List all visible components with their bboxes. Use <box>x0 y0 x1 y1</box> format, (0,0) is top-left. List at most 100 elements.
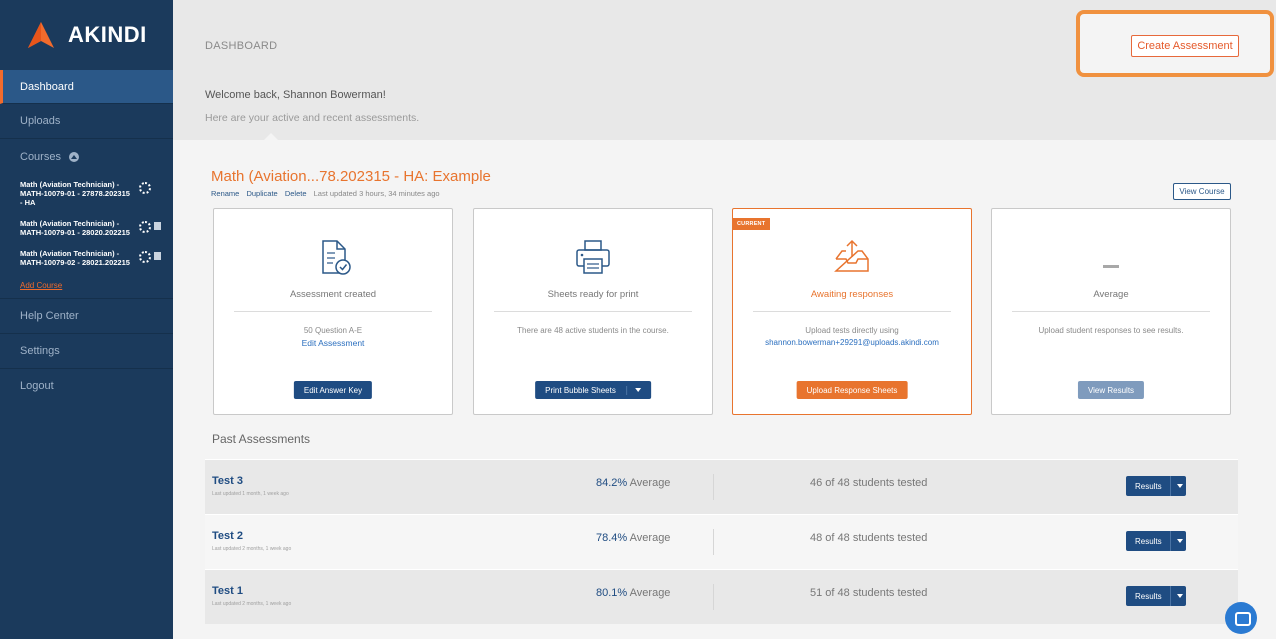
last-updated: Last updated 3 hours, 34 minutes ago <box>313 189 440 198</box>
dropdown-caret-icon[interactable] <box>1169 476 1183 496</box>
rename-link[interactable]: Rename <box>211 189 239 198</box>
table-row[interactable]: Test 3 Last updated 1 month, 1 week ago … <box>205 459 1238 514</box>
students-tested: 48 of 48 students tested <box>810 532 928 544</box>
card-divider <box>234 311 432 312</box>
dropdown-caret-icon[interactable] <box>625 385 641 395</box>
inbox-upload-icon <box>834 239 869 272</box>
sidebar-item-dashboard[interactable]: Dashboard <box>0 70 173 104</box>
assessment-title[interactable]: Math (Aviation...78.202315 - HA: Example <box>211 168 491 185</box>
results-label: Results <box>1135 591 1162 601</box>
average-value: 84.2% <box>596 477 628 489</box>
students-tested: 51 of 48 students tested <box>810 587 928 599</box>
assessment-name[interactable]: Test 3 <box>212 475 243 487</box>
assessment-panel: Math (Aviation...78.202315 - HA: Example… <box>173 140 1276 639</box>
view-course-button[interactable]: View Course <box>1173 183 1231 200</box>
loading-spinner-icon <box>139 182 151 194</box>
breadcrumb: DASHBOARD <box>205 40 278 52</box>
welcome-subtitle: Here are your active and recent assessme… <box>205 112 420 124</box>
course-item-label: Math (Aviation Technician) - MATH-10079-… <box>20 180 130 207</box>
main: DASHBOARD Create Assessment Welcome back… <box>173 0 1276 639</box>
results-button[interactable]: Results <box>1126 586 1186 606</box>
printer-icon <box>576 240 610 274</box>
assessment-created-card: Assessment created 50 Question A-E Edit … <box>213 208 453 415</box>
assessment-average: 78.4% Average <box>596 532 670 544</box>
average-card: Average Upload student responses to see … <box>991 208 1231 415</box>
sidebar-course-item[interactable]: Math (Aviation Technician) - MATH-10079-… <box>0 174 173 213</box>
dropdown-caret-icon[interactable] <box>1169 531 1183 551</box>
sidebar-item-settings[interactable]: Settings <box>0 333 173 368</box>
create-assessment-highlight: Create Assessment <box>1076 10 1274 77</box>
students-tested: 46 of 48 students tested <box>810 477 928 489</box>
add-course-link[interactable]: Add Course <box>0 273 173 298</box>
average-value: 80.1% <box>596 587 628 599</box>
assessment-updated: Last updated 2 months, 1 week ago <box>212 601 292 607</box>
card-text: There are 48 active students in the cour… <box>517 326 669 335</box>
card-text: 50 Question A-E <box>303 326 363 335</box>
results-button[interactable]: Results <box>1126 476 1186 496</box>
row-divider <box>713 529 714 555</box>
sidebar-course-item[interactable]: Math (Aviation Technician) - MATH-10079-… <box>0 243 173 273</box>
sidebar-item-logout[interactable]: Logout <box>0 368 173 403</box>
average-label: Average <box>629 477 671 489</box>
sidebar-lower-nav: Help Center Settings Logout <box>0 298 173 403</box>
card-text: Upload tests directly using <box>805 326 899 335</box>
card-title: Assessment created <box>289 289 377 300</box>
average-label: Average <box>629 587 671 599</box>
chat-support-icon[interactable] <box>1225 602 1257 634</box>
card-title: Sheets ready for print <box>547 289 639 300</box>
upload-response-sheets-button[interactable]: Upload Response Sheets <box>796 381 908 399</box>
brand[interactable]: AKINDI <box>0 0 173 70</box>
card-divider <box>494 311 692 312</box>
create-assessment-button[interactable]: Create Assessment <box>1131 35 1239 57</box>
collapse-toggle-icon[interactable] <box>68 151 79 162</box>
app: AKINDI Dashboard Uploads Courses Math (A… <box>0 0 1276 639</box>
upload-email-link[interactable]: shannon.bowerman+29291@uploads.akindi.co… <box>733 337 971 348</box>
sidebar-courses-header[interactable]: Courses <box>0 139 173 174</box>
assessment-name[interactable]: Test 2 <box>212 530 243 542</box>
loading-spinner-icon <box>139 251 151 263</box>
dropdown-caret-icon[interactable] <box>1169 586 1183 606</box>
awaiting-responses-card: CURRENT Awaiting responses Upload tests … <box>732 208 972 415</box>
delete-link[interactable]: Delete <box>285 189 307 198</box>
card-text: Upload student responses to see results. <box>1038 326 1184 335</box>
average-value: 78.4% <box>596 532 628 544</box>
past-assessments-title: Past Assessments <box>212 432 311 446</box>
print-bubble-sheets-button[interactable]: Print Bubble Sheets <box>535 381 651 399</box>
row-divider <box>713 584 714 610</box>
current-badge: CURRENT <box>732 218 771 230</box>
dash-icon <box>1103 265 1119 268</box>
results-label: Results <box>1135 481 1162 491</box>
dashboard-header: DASHBOARD Create Assessment Welcome back… <box>173 0 1276 141</box>
assessment-actions: Rename Duplicate Delete Last updated 3 h… <box>211 189 440 198</box>
document-icon <box>154 222 161 230</box>
average-label: Average <box>629 532 671 544</box>
sidebar-item-uploads[interactable]: Uploads <box>0 104 173 139</box>
assessment-updated: Last updated 2 months, 1 week ago <box>212 546 292 552</box>
sheets-ready-card: Sheets ready for print There are 48 acti… <box>473 208 713 415</box>
course-item-label: Math (Aviation Technician) - MATH-10079-… <box>20 249 130 267</box>
brand-name: AKINDI <box>68 22 147 47</box>
edit-assessment-link[interactable]: Edit Assessment <box>214 338 452 348</box>
results-button[interactable]: Results <box>1126 531 1186 551</box>
sidebar-item-help-center[interactable]: Help Center <box>0 298 173 333</box>
assessment-average: 80.1% Average <box>596 587 670 599</box>
view-results-button[interactable]: View Results <box>1077 381 1145 399</box>
print-bubble-sheets-label: Print Bubble Sheets <box>545 385 616 395</box>
document-check-icon <box>322 240 351 275</box>
document-icon <box>154 252 161 260</box>
assessment-name[interactable]: Test 1 <box>212 585 243 597</box>
results-label: Results <box>1135 536 1162 546</box>
table-row[interactable]: Test 2 Last updated 2 months, 1 week ago… <box>205 514 1238 569</box>
assessment-average: 84.2% Average <box>596 477 670 489</box>
card-title: Average <box>1093 289 1129 300</box>
table-row[interactable]: Test 1 Last updated 2 months, 1 week ago… <box>205 569 1238 624</box>
duplicate-link[interactable]: Duplicate <box>246 189 277 198</box>
card-divider <box>1012 311 1210 312</box>
courses-label: Courses <box>20 150 61 163</box>
row-divider <box>713 474 714 500</box>
course-item-label: Math (Aviation Technician) - MATH-10079-… <box>20 219 130 237</box>
sidebar-course-item[interactable]: Math (Aviation Technician) - MATH-10079-… <box>0 213 173 243</box>
edit-answer-key-button[interactable]: Edit Answer Key <box>293 381 373 399</box>
loading-spinner-icon <box>139 221 151 233</box>
assessment-updated: Last updated 1 month, 1 week ago <box>212 491 289 497</box>
